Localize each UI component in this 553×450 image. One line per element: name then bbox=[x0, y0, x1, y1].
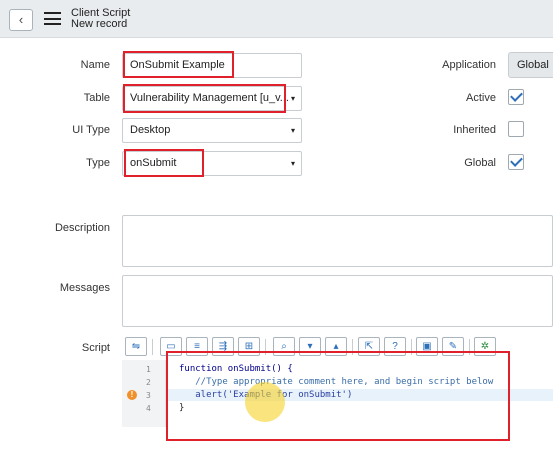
ui-type-select[interactable]: Desktop ▾ bbox=[122, 118, 302, 143]
ui-type-value: Desktop bbox=[130, 124, 171, 136]
table-label: Table bbox=[83, 92, 110, 104]
messages-textarea[interactable] bbox=[122, 275, 553, 327]
line-number: 3 bbox=[146, 391, 151, 400]
line-number: 4 bbox=[146, 404, 151, 413]
description-textarea[interactable] bbox=[122, 215, 553, 267]
global-label: Global bbox=[464, 157, 496, 169]
ui-type-dropdown-caret-icon: ▾ bbox=[290, 126, 295, 135]
table-dropdown-caret-icon: ▾ bbox=[290, 94, 295, 103]
warning-icon[interactable]: ! bbox=[127, 390, 137, 400]
type-label: Type bbox=[86, 157, 110, 169]
record-subtitle: New record bbox=[71, 18, 128, 30]
type-highlight-box bbox=[124, 149, 204, 177]
messages-label: Messages bbox=[59, 282, 110, 294]
mouse-cursor-highlight bbox=[245, 382, 285, 422]
ui-type-label: UI Type bbox=[72, 124, 110, 136]
script-label: Script bbox=[81, 342, 110, 354]
inherited-label: Inherited bbox=[453, 124, 496, 136]
description-label: Description bbox=[54, 222, 110, 234]
form-header: ‹ Client Script New record bbox=[0, 0, 553, 38]
application-label: Application bbox=[442, 59, 496, 71]
name-label: Name bbox=[80, 59, 110, 71]
table-highlight-box bbox=[123, 84, 286, 113]
name-highlight-box bbox=[123, 51, 234, 78]
line-number: 2 bbox=[146, 378, 151, 387]
active-checkbox[interactable] bbox=[508, 89, 524, 105]
inherited-checkbox[interactable] bbox=[508, 121, 524, 137]
hamburger-menu-icon[interactable] bbox=[44, 12, 61, 25]
type-dropdown-caret-icon: ▾ bbox=[290, 159, 295, 168]
format-code-icon[interactable]: ⇋ bbox=[125, 337, 147, 356]
line-number: 1 bbox=[146, 365, 151, 374]
script-highlight-box bbox=[166, 351, 510, 441]
application-value-button[interactable]: Global bbox=[508, 52, 553, 78]
active-label: Active bbox=[466, 92, 496, 104]
global-checkbox[interactable] bbox=[508, 154, 524, 170]
toolbar-separator bbox=[152, 339, 153, 355]
back-button[interactable]: ‹ bbox=[9, 9, 33, 31]
